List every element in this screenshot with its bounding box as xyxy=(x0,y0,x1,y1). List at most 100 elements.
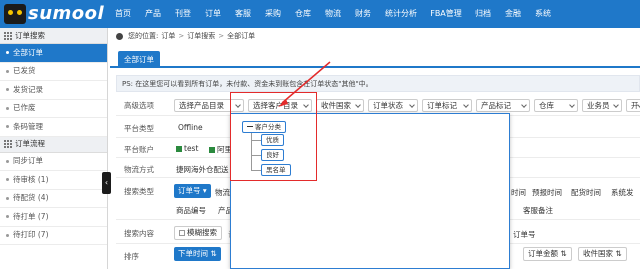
chevron-down-icon xyxy=(463,102,469,108)
account-label: 平台账户 xyxy=(124,145,154,154)
nav-item[interactable]: 统计分析 xyxy=(378,0,424,28)
sidebar-item[interactable]: 条码管理 xyxy=(0,118,107,137)
annotation-highlight-box xyxy=(230,92,317,181)
platform-option-offline[interactable]: Offline xyxy=(178,123,203,132)
filter-dropdown[interactable]: 订单标记 xyxy=(422,99,472,112)
breadcrumb-separator: > xyxy=(218,32,225,40)
sidebar-item-label: 条码管理 xyxy=(13,121,43,131)
sidebar-item[interactable]: 待审核 (1) xyxy=(0,171,107,190)
sidebar-item[interactable]: 发货记录 xyxy=(0,81,107,100)
nav-item[interactable]: 刊登 xyxy=(168,0,198,28)
bullet-icon xyxy=(6,215,9,219)
search-type-option-time[interactable]: 时间 xyxy=(511,187,526,198)
nav-item[interactable]: 金融 xyxy=(498,0,528,28)
bullet-icon xyxy=(6,159,9,163)
bullet-icon xyxy=(6,88,9,92)
shipping-option[interactable]: 捷网海外仓配送 xyxy=(176,164,229,175)
order-no-label: 订单号 xyxy=(513,230,536,239)
chevron-down-icon xyxy=(521,102,527,108)
sort-icon: ⇅ xyxy=(560,249,567,258)
cat-logo-icon xyxy=(4,4,26,24)
filter-dropdown[interactable]: 开 xyxy=(626,99,640,112)
dropdown-label: 选择产品目录 xyxy=(179,101,224,110)
nav-item[interactable]: 归档 xyxy=(468,0,498,28)
sidebar-section-order-search[interactable]: 订单搜索 xyxy=(0,28,107,44)
filter-dropdown[interactable]: 仓库 xyxy=(534,99,578,112)
sort-destination-country[interactable]: 收件国家 ⇅ xyxy=(578,247,627,261)
bullet-icon xyxy=(6,69,9,73)
sidebar-item[interactable]: 同步订单 xyxy=(0,153,107,171)
chevron-down-icon xyxy=(355,102,361,108)
search-type-option-system-ship[interactable]: 系统发 xyxy=(611,187,634,198)
sidebar-item-label: 发货记录 xyxy=(13,84,43,94)
nav-item[interactable]: 物流 xyxy=(318,0,348,28)
sidebar-item[interactable]: 已发货 xyxy=(0,63,107,81)
sidebar-collapse-button[interactable]: ‹ xyxy=(102,172,111,194)
filter-dropdown[interactable]: 订单状态 xyxy=(368,99,418,112)
search-type-option-product-no[interactable]: 商品编号 xyxy=(176,205,206,216)
nav-item[interactable]: 采购 xyxy=(258,0,288,28)
bullet-icon xyxy=(6,106,9,110)
dropdown-label: 仓库 xyxy=(539,101,554,110)
advanced-label: 高级选项 xyxy=(124,101,154,110)
sidebar-item[interactable]: 全部订单 xyxy=(0,44,107,63)
tab-all-orders[interactable]: 全部订单 xyxy=(118,51,160,68)
sidebar-item[interactable]: 待打单 (7) xyxy=(0,208,107,227)
filter-dropdown[interactable]: 收件国家 xyxy=(316,99,364,112)
sidebar-item[interactable]: 待打印 (7) xyxy=(0,227,107,245)
dropdown-label: 订单状态 xyxy=(373,101,403,110)
main-nav: 首页 产品 刊登 订单 客服 采购 仓库 物流 财务 统计分析 FBA管理 归档 金融 系统 xyxy=(108,0,558,28)
nav-item[interactable]: 系统 xyxy=(528,0,558,28)
sidebar-item[interactable]: 待配货 (4) xyxy=(0,190,107,208)
sort-order-time[interactable]: 下单时间 ⇅ xyxy=(174,247,221,261)
sort-order-amount[interactable]: 订单金额 ⇅ xyxy=(523,247,572,261)
sidebar: 订单搜索 全部订单已发货发货记录已作废条码管理 订单流程 同步订单 待审核 (1)… xyxy=(0,28,108,269)
bullet-icon xyxy=(6,233,9,237)
nav-item[interactable]: 订单 xyxy=(198,0,228,28)
shipping-label: 物流方式 xyxy=(124,165,154,174)
filter-dropdown[interactable]: 产品标记 xyxy=(476,99,530,112)
sidebar-item[interactable]: 已作废 xyxy=(0,100,107,118)
brand-wordmark: sumool xyxy=(28,3,105,24)
bullet-icon xyxy=(6,196,9,200)
grid-icon xyxy=(4,31,12,40)
search-type-option-picking-time[interactable]: 配货时间 xyxy=(571,187,601,198)
bullet-icon xyxy=(6,125,9,129)
sidebar-item-label: 已作废 xyxy=(13,103,36,112)
top-navigation-bar: sumool 首页 产品 刊登 订单 客服 采购 仓库 物流 财务 统计分析 FBA管理 归档 金融 系统 xyxy=(0,0,640,28)
tab-bar: 全部订单 xyxy=(110,51,640,68)
chevron-down-icon xyxy=(569,102,575,108)
search-type-order-no[interactable]: 订单号 ▾ xyxy=(174,184,211,198)
nav-item[interactable]: 产品 xyxy=(138,0,168,28)
search-type-option-forecast-time[interactable]: 预报时间 xyxy=(532,187,562,198)
nav-item[interactable]: FBA管理 xyxy=(424,0,468,28)
sidebar-item-label: 待打印 (7) xyxy=(13,230,49,239)
bullet-icon xyxy=(6,178,9,182)
brand-logo[interactable]: sumool xyxy=(0,0,108,28)
bullet-icon xyxy=(6,51,9,55)
account-option-test[interactable]: test xyxy=(176,144,198,153)
chevron-down-icon xyxy=(613,102,619,108)
sort-label: 排序 xyxy=(124,252,139,261)
sidebar-item-label: 已发货 xyxy=(13,66,36,75)
breadcrumb-separator: > xyxy=(178,32,185,40)
breadcrumb-link-order-search[interactable]: 订单搜索 xyxy=(187,31,215,41)
sidebar-section-order-flow[interactable]: 订单流程 xyxy=(0,136,107,153)
location-icon xyxy=(116,32,123,40)
sort-icon: ⇅ xyxy=(615,249,622,258)
fuzzy-search-toggle[interactable]: 模糊搜索 xyxy=(174,226,222,240)
nav-item[interactable]: 仓库 xyxy=(288,0,318,28)
nav-item[interactable]: 首页 xyxy=(108,0,138,28)
checkbox-icon xyxy=(209,147,215,153)
search-type-option-cs-note[interactable]: 客服备注 xyxy=(523,205,553,216)
search-type-label: 搜索类型 xyxy=(124,187,154,196)
breadcrumb-link-orders[interactable]: 订单 xyxy=(161,31,175,41)
grid-icon xyxy=(4,140,12,148)
sidebar-item-label: 全部订单 xyxy=(13,47,43,57)
sidebar-item-label: 待配货 (4) xyxy=(13,193,49,202)
checkbox-icon xyxy=(176,146,182,152)
filter-dropdown[interactable]: 业务员 xyxy=(582,99,622,112)
sidebar-section-title: 订单搜索 xyxy=(15,30,45,40)
nav-item[interactable]: 财务 xyxy=(348,0,378,28)
nav-item[interactable]: 客服 xyxy=(228,0,258,28)
